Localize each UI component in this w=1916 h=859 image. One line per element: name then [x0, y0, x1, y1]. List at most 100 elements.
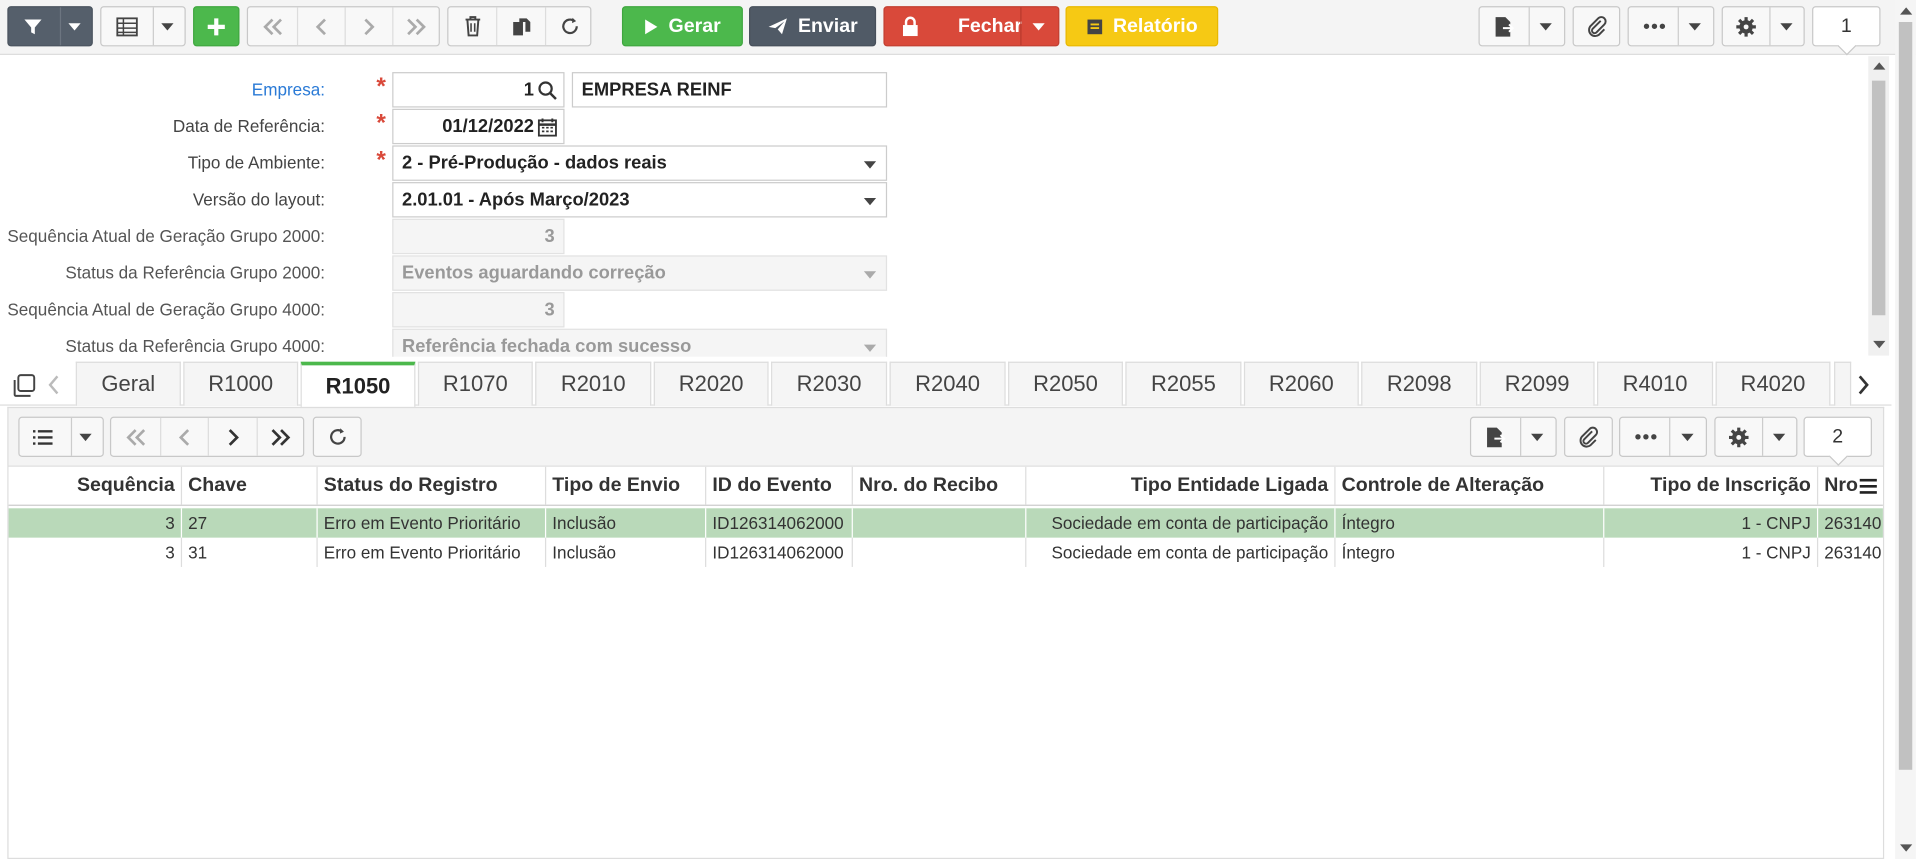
tab-r4020[interactable]: R4020 — [1715, 361, 1831, 406]
cell-id-evento: ID126314062000 — [706, 508, 853, 538]
grid-more-options-dropdown-caret[interactable] — [1681, 433, 1694, 441]
column-header-status-registro[interactable]: Status do Registro — [318, 466, 547, 505]
tab-r2060[interactable]: R2060 — [1243, 361, 1359, 406]
grid-export-button[interactable] — [1469, 416, 1557, 457]
table-row[interactable]: 3 27 Erro em Evento Prioritário Inclusão ID1… — [8, 508, 1883, 538]
chevron-right-icon[interactable] — [1855, 374, 1872, 396]
scroll-down-arrow[interactable] — [1873, 340, 1886, 349]
more-options-button[interactable] — [1627, 6, 1715, 47]
empresa-label[interactable]: Empresa: — [252, 79, 325, 99]
tab-r1050[interactable]: R1050 — [300, 361, 416, 407]
relatorio-button[interactable]: Relatório — [1065, 6, 1219, 47]
cell-id-evento: ID126314062000 — [706, 537, 853, 567]
delete-button[interactable] — [448, 7, 496, 45]
tab-r2055[interactable]: R2055 — [1125, 361, 1242, 406]
settings-dropdown-caret[interactable] — [1780, 22, 1793, 30]
export-button[interactable] — [1478, 6, 1566, 47]
column-header-chave[interactable]: Chave — [182, 466, 318, 505]
tab-r2098[interactable]: R2098 — [1361, 361, 1478, 406]
cell-chave: 31 — [182, 537, 318, 567]
cell-nro-recibo — [853, 537, 1027, 567]
tipo-ambiente-select[interactable]: 2 - Pré-Produção - dados reais — [392, 145, 888, 181]
send-icon — [768, 18, 787, 35]
tab-r2099[interactable]: R2099 — [1479, 361, 1595, 406]
export-dropdown-caret[interactable] — [1539, 22, 1552, 30]
windows-icon[interactable] — [12, 374, 36, 398]
tab-r2030[interactable]: R2030 — [771, 361, 888, 406]
grid-more-options-button[interactable] — [1619, 416, 1707, 457]
calendar-icon[interactable] — [537, 117, 558, 137]
column-header-id-evento[interactable]: ID do Evento — [706, 466, 853, 505]
page-scroll-thumb[interactable] — [1898, 21, 1913, 770]
column-header-tipo-envio[interactable]: Tipo de Envio — [546, 466, 707, 505]
grid-last-button[interactable] — [256, 417, 305, 456]
grid-previous-button[interactable] — [160, 417, 208, 456]
tab-partial[interactable] — [1834, 361, 1852, 406]
tab-r2020[interactable]: R2020 — [653, 361, 769, 406]
chevron-left-icon[interactable] — [46, 374, 61, 396]
list-view-button[interactable] — [18, 416, 104, 457]
grid-view-button[interactable] — [100, 6, 186, 47]
form-scrollbar[interactable] — [1868, 56, 1890, 356]
grid-settings-dropdown-caret[interactable] — [1772, 433, 1786, 441]
next-record-button[interactable] — [344, 7, 393, 46]
cell-tipo-entidade: Sociedade em conta de participação — [1026, 537, 1336, 567]
tab-r4010[interactable]: R4010 — [1597, 361, 1714, 406]
column-header-sequencia[interactable]: Sequência — [9, 466, 183, 505]
settings-button[interactable] — [1721, 6, 1805, 47]
status-4000-value: Referência fechada com sucesso — [402, 336, 692, 357]
first-record-button[interactable] — [248, 7, 297, 45]
fechar-dropdown-caret[interactable] — [1032, 22, 1045, 30]
form-scroll-thumb[interactable] — [1871, 80, 1886, 316]
main-toolbar: Gerar Enviar Fechar Relatório 1 — [0, 0, 1916, 55]
tab-r1070[interactable]: R1070 — [417, 361, 533, 406]
refresh-icon — [329, 428, 346, 445]
play-icon — [645, 18, 658, 34]
last-record-button[interactable] — [392, 7, 440, 46]
grid-toolbar: 2 — [7, 406, 1885, 466]
grid-attachment-button[interactable] — [1564, 416, 1613, 457]
table-row[interactable]: 3 31 Erro em Evento Prioritário Inclusão ID1… — [9, 537, 1883, 567]
tab-r2050[interactable]: R2050 — [1008, 361, 1123, 406]
navigation-group — [246, 6, 440, 47]
status-4000-row: Status da Referência Grupo 4000: Referên… — [0, 328, 1867, 357]
column-menu-icon[interactable] — [1858, 477, 1879, 495]
cell-sequencia: 3 — [9, 508, 183, 538]
tab-r1000[interactable]: R1000 — [183, 361, 299, 406]
tab-geral[interactable]: Geral — [75, 361, 181, 406]
column-header-tipo-inscricao[interactable]: Tipo de Inscrição — [1604, 466, 1819, 505]
grid-settings-button[interactable] — [1714, 416, 1798, 457]
refresh-button[interactable] — [544, 7, 593, 46]
grid-export-dropdown-caret[interactable] — [1531, 433, 1544, 441]
tab-r2040[interactable]: R2040 — [889, 361, 1006, 406]
copy-button[interactable] — [496, 7, 545, 46]
scroll-down-arrow[interactable] — [1900, 844, 1913, 852]
scroll-up-arrow[interactable] — [1873, 62, 1886, 70]
filter-button[interactable] — [7, 6, 93, 47]
tab-r2010[interactable]: R2010 — [535, 361, 652, 406]
list-dropdown-caret[interactable] — [79, 433, 92, 441]
grid-refresh-button[interactable] — [312, 416, 362, 457]
attachment-button[interactable] — [1572, 6, 1621, 47]
data-referencia-input[interactable]: 01/12/2022 — [392, 108, 565, 145]
add-button[interactable] — [193, 6, 240, 47]
enviar-button[interactable]: Enviar — [749, 6, 877, 47]
scroll-up-arrow[interactable] — [1900, 7, 1913, 15]
grid-page-number: 2 — [1832, 425, 1844, 447]
previous-record-button[interactable] — [296, 7, 345, 46]
gerar-button[interactable]: Gerar — [621, 6, 743, 47]
more-options-dropdown-caret[interactable] — [1688, 22, 1701, 30]
app-window: Gerar Enviar Fechar Relatório 1 Empresa:… — [0, 0, 1916, 859]
versao-layout-select[interactable]: 2.01.01 - Após Março/2023 — [392, 182, 888, 218]
empresa-code-input[interactable]: 1 — [392, 72, 565, 108]
column-header-tipo-entidade[interactable]: Tipo Entidade Ligada — [1026, 466, 1336, 505]
fechar-button[interactable]: Fechar — [883, 6, 1060, 47]
search-icon[interactable] — [538, 81, 558, 101]
page-scrollbar[interactable] — [1895, 0, 1916, 859]
column-header-nro-recibo[interactable]: Nro. do Recibo — [853, 466, 1027, 505]
grid-first-button[interactable] — [111, 418, 160, 456]
grid-next-button[interactable] — [207, 417, 257, 456]
grid-dropdown-caret[interactable] — [161, 22, 174, 30]
filter-dropdown-caret[interactable] — [68, 22, 81, 30]
column-header-controle-alteracao[interactable]: Controle de Alteração — [1336, 466, 1605, 505]
